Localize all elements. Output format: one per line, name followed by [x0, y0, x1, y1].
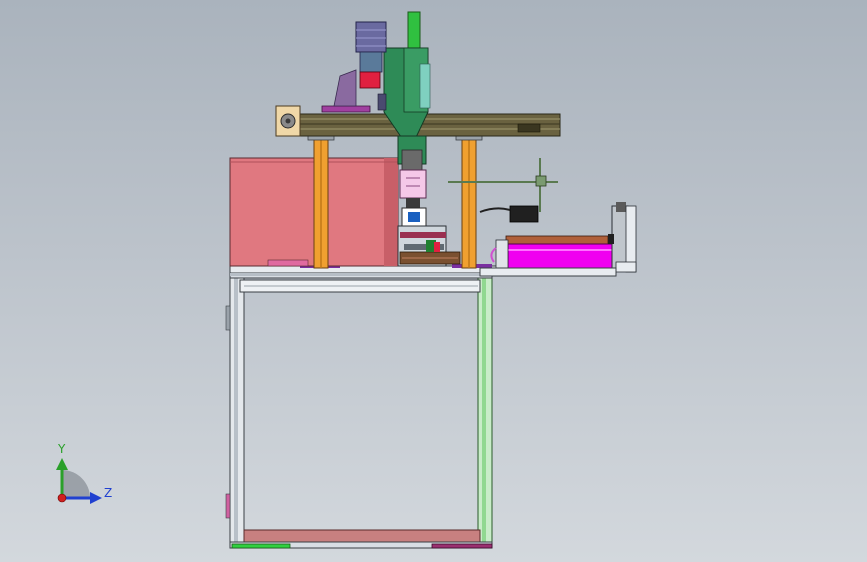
table-extension — [479, 267, 617, 277]
rotary-fixture — [397, 225, 461, 267]
base-frame — [225, 265, 493, 549]
stepper-motor — [355, 21, 387, 89]
z-axis-label: Z — [104, 486, 113, 500]
axis-triad — [56, 458, 102, 504]
assembly-drawing[interactable] — [0, 0, 867, 562]
cad-viewport[interactable]: Y Z — [0, 0, 867, 562]
camera-sensor — [397, 135, 427, 227]
y-axis-label: Y — [58, 442, 66, 456]
support-column-right — [455, 133, 483, 269]
